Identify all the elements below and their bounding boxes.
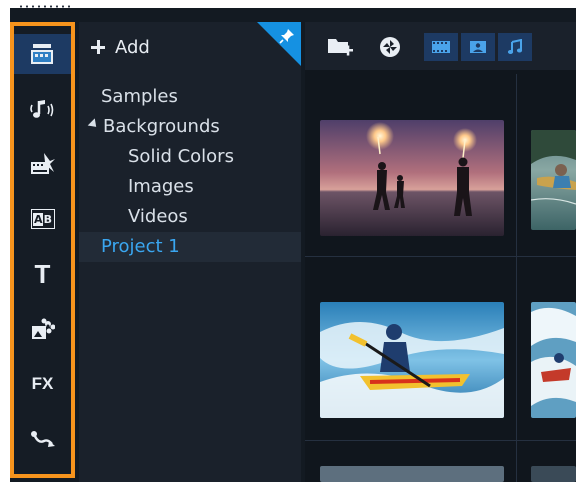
- beach-sparklers-image: [320, 120, 504, 236]
- video-filter-icon: [432, 41, 450, 53]
- plus-icon: [91, 40, 105, 54]
- thumbnail-beach-sparklers[interactable]: [320, 120, 504, 236]
- rail-title-button[interactable]: T: [14, 254, 71, 294]
- transition-icon-b: B: [43, 212, 52, 226]
- rail-filter-button[interactable]: FX: [14, 364, 71, 404]
- rail-instant-project-button[interactable]: [14, 144, 71, 184]
- capture-button[interactable]: [375, 34, 405, 60]
- thumbnail-kayak-lake[interactable]: [531, 130, 576, 230]
- rail-transition-button[interactable]: AB: [14, 199, 71, 239]
- library-rail: AB T FX: [10, 22, 75, 478]
- filter-audio-toggle[interactable]: [498, 33, 532, 61]
- rail-graphics-button[interactable]: [14, 309, 71, 349]
- tree-item-videos[interactable]: Videos: [79, 202, 301, 232]
- rail-audio-button[interactable]: [14, 89, 71, 129]
- media-icon: [30, 44, 53, 64]
- filter-photo-toggle[interactable]: [461, 33, 495, 61]
- kayak-lake-image: [531, 130, 576, 230]
- tree-item-samples[interactable]: Samples: [79, 82, 301, 112]
- tree-item-solid-colors[interactable]: Solid Colors: [79, 142, 301, 172]
- grid-divider: [305, 256, 576, 257]
- thumbnail-rapids-partial[interactable]: [531, 302, 576, 418]
- tree-item-project-1[interactable]: Project 1: [79, 232, 301, 262]
- tree-item-backgrounds[interactable]: Backgrounds: [79, 112, 301, 142]
- tree-item-label: Backgrounds: [103, 116, 220, 137]
- media-panel: [305, 22, 576, 482]
- pin-icon[interactable]: [279, 28, 295, 44]
- library-panel: Add Samples Backgrounds Solid Colors Ima…: [79, 22, 301, 482]
- path-icon: [30, 431, 55, 447]
- capture-icon: [380, 37, 400, 57]
- media-grid: [305, 74, 576, 482]
- thumbnail-kayak-rapids[interactable]: [320, 302, 504, 418]
- grid-divider: [516, 74, 517, 482]
- tree-item-label: Videos: [128, 206, 188, 227]
- transition-icon-a: A: [33, 212, 43, 226]
- transition-icon: AB: [30, 209, 55, 229]
- tree-item-label: Project 1: [101, 236, 180, 257]
- tree-item-images[interactable]: Images: [79, 172, 301, 202]
- kayak-rapids-image: [320, 302, 504, 418]
- graphics-icon: [31, 318, 55, 339]
- rapids-partial-image: [531, 302, 576, 418]
- tree-item-label: Images: [128, 176, 194, 197]
- audio-filter-icon: [507, 39, 523, 54]
- library-tree: Samples Backgrounds Solid Colors Images …: [79, 82, 301, 262]
- instant-project-icon: [30, 153, 55, 174]
- thumbnail-row3-partial[interactable]: [531, 466, 576, 482]
- add-label: Add: [115, 36, 150, 58]
- filter-icon: FX: [31, 374, 54, 393]
- media-toolbar: [305, 22, 576, 70]
- top-strip: [0, 0, 576, 8]
- filter-video-toggle[interactable]: [424, 33, 458, 61]
- add-button[interactable]: Add: [91, 34, 150, 60]
- tree-item-label: Samples: [101, 86, 178, 107]
- tree-item-label: Solid Colors: [128, 146, 234, 167]
- expand-arrow-icon[interactable]: [87, 118, 100, 131]
- thumbnail-row3[interactable]: [320, 466, 504, 482]
- rail-path-button[interactable]: [14, 419, 71, 459]
- import-folder-button[interactable]: [325, 34, 355, 60]
- photo-filter-icon: [470, 41, 486, 53]
- rail-media-button[interactable]: [14, 34, 71, 74]
- title-icon: T: [34, 258, 51, 289]
- grid-divider: [305, 440, 576, 441]
- import-folder-icon: [328, 39, 353, 56]
- audio-icon: [29, 100, 53, 118]
- library-header: Add: [79, 22, 301, 72]
